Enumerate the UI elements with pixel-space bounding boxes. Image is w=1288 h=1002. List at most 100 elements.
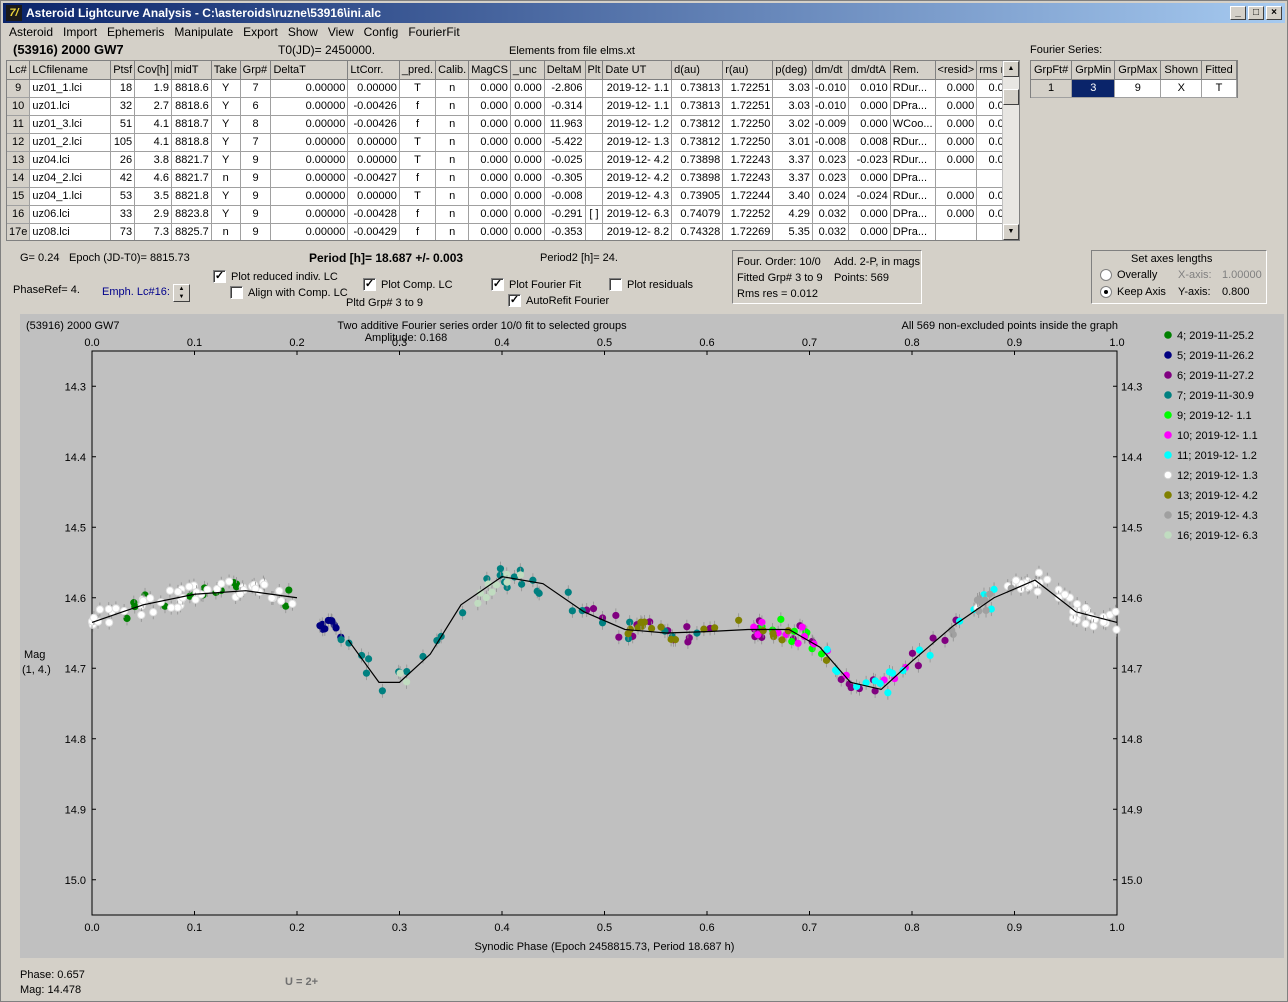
column-header[interactable]: LCfilename (29, 61, 112, 80)
table-row[interactable]: 13 uz04.lci 26 3.8 8821.7 Y 9 0.00000 0.00000 Tn 0… (7, 151, 1019, 170)
plot-fourier-checkbox[interactable]: ✓ Plot Fourier Fit (491, 278, 581, 291)
table-cell[interactable]: 0.00000 (270, 133, 349, 152)
table-cell[interactable]: 0.00000 (270, 79, 349, 98)
table-cell[interactable]: 0.73905 (671, 187, 724, 206)
fourier-cell-grpft[interactable]: 1 (1031, 79, 1073, 98)
table-cell[interactable]: 32 (110, 97, 136, 116)
table-cell[interactable]: 0.000 (468, 151, 511, 170)
fourier-column-header[interactable]: Shown (1160, 61, 1203, 80)
table-cell[interactable]: n (435, 169, 470, 188)
table-cell[interactable]: 7 (240, 79, 272, 98)
table-cell[interactable]: DPra... (890, 97, 936, 116)
table-cell[interactable]: 2019-12- 4.2 (602, 151, 673, 170)
table-cell[interactable]: 8823.8 (171, 205, 212, 224)
table-cell[interactable]: 0.73813 (671, 79, 724, 98)
table-cell[interactable]: T (399, 79, 437, 98)
menu-fourierfit[interactable]: FourierFit (402, 24, 463, 42)
table-cell[interactable]: -0.010 (812, 97, 850, 116)
overall-radio[interactable]: Overally (1100, 269, 1157, 282)
y-axis-value[interactable]: 0.800 (1222, 286, 1250, 298)
table-cell[interactable]: 53 (110, 187, 136, 206)
column-header[interactable]: Lc# (7, 61, 31, 80)
table-cell[interactable]: 0.000 (935, 97, 978, 116)
table-cell[interactable]: n (435, 79, 470, 98)
table-cell[interactable]: 0.000 (468, 223, 511, 240)
table-cell[interactable]: 105 (110, 133, 136, 152)
table-cell[interactable]: 1.72250 (722, 115, 774, 134)
table-cell[interactable] (935, 223, 978, 240)
table-cell[interactable]: 0.000 (848, 205, 891, 224)
scroll-down-arrow-icon[interactable]: ▼ (1003, 224, 1019, 240)
fourier-column-header[interactable]: Fitted (1201, 61, 1237, 80)
row-header[interactable]: 12 (7, 133, 31, 152)
table-cell[interactable] (585, 187, 604, 206)
table-cell[interactable]: 9 (240, 151, 272, 170)
table-cell[interactable]: 2019-12- 1.3 (602, 133, 673, 152)
table-row[interactable]: 9 uz01_1.lci 18 1.9 8818.6 Y 7 0.00000 0.00000 Tn… (7, 79, 1019, 98)
table-cell[interactable]: 2019-12- 1.1 (602, 79, 673, 98)
table-cell[interactable]: 1.72251 (722, 97, 774, 116)
table-cell[interactable]: 0.00000 (347, 187, 400, 206)
table-cell[interactable]: f (399, 169, 437, 188)
table-cell[interactable]: 0.000 (468, 115, 511, 134)
table-cell[interactable]: 0.73898 (671, 169, 724, 188)
table-cell[interactable] (585, 97, 604, 116)
table-cell[interactable]: 3.01 (772, 133, 813, 152)
column-header[interactable]: Ptsf (110, 61, 136, 80)
table-cell[interactable]: 0.74328 (671, 223, 724, 240)
table-cell[interactable]: 2019-12- 4.2 (602, 169, 673, 188)
column-header[interactable]: <resid> (935, 61, 978, 80)
table-cell[interactable]: 0.000 (935, 187, 978, 206)
column-header[interactable]: DeltaT (270, 61, 349, 80)
autorefit-checkbox[interactable]: ✓ AutoRefit Fourier (508, 294, 609, 307)
table-cell[interactable]: uz01_1.lci (29, 79, 112, 98)
column-header[interactable]: Grp# (240, 61, 272, 80)
fourier-column-header[interactable]: GrpFt# (1031, 61, 1073, 80)
column-header[interactable]: r(au) (722, 61, 774, 80)
column-header[interactable]: _unc (510, 61, 545, 80)
table-cell[interactable]: DPra... (890, 205, 936, 224)
table-cell[interactable]: 0.000 (935, 115, 978, 134)
table-cell[interactable]: 1.72269 (722, 223, 774, 240)
menu-import[interactable]: Import (57, 24, 101, 42)
table-cell[interactable]: uz04.lci (29, 151, 112, 170)
scroll-thumb[interactable] (1003, 89, 1019, 105)
table-cell[interactable]: Y (211, 79, 241, 98)
plot-comp-checkbox[interactable]: ✓ Plot Comp. LC (363, 278, 453, 291)
table-cell[interactable]: 8818.6 (171, 97, 212, 116)
table-cell[interactable]: RDur... (890, 133, 936, 152)
table-cell[interactable]: -0.008 (544, 187, 586, 206)
table-cell[interactable]: 33 (110, 205, 136, 224)
table-cell[interactable]: 26 (110, 151, 136, 170)
menu-ephemeris[interactable]: Ephemeris (101, 24, 168, 42)
table-cell[interactable]: 1.9 (134, 79, 172, 98)
row-header[interactable]: 9 (7, 79, 31, 98)
table-cell[interactable] (585, 133, 604, 152)
table-cell[interactable]: 9 (240, 187, 272, 206)
table-cell[interactable]: 6 (240, 97, 272, 116)
table-cell[interactable]: -0.305 (544, 169, 586, 188)
table-cell[interactable]: 9 (240, 223, 272, 240)
table-cell[interactable]: 4.29 (772, 205, 813, 224)
fourier-series-table[interactable]: GrpFt# GrpMin GrpMax Shown Fitted 1 3 9 X T (1030, 60, 1238, 98)
table-cell[interactable]: f (399, 223, 437, 240)
column-header[interactable]: midT (171, 61, 212, 80)
menu-view[interactable]: View (322, 24, 358, 42)
table-cell[interactable]: 0.000 (848, 223, 891, 240)
table-cell[interactable]: 1.72244 (722, 187, 774, 206)
table-cell[interactable]: f (399, 205, 437, 224)
table-cell[interactable]: n (435, 187, 470, 206)
table-cell[interactable]: 0.000 (510, 79, 545, 98)
table-cell[interactable]: 8821.7 (171, 151, 212, 170)
menu-asteroid[interactable]: Asteroid (3, 24, 57, 42)
column-header[interactable]: d(au) (671, 61, 724, 80)
table-cell[interactable] (585, 115, 604, 134)
table-cell[interactable]: 8818.8 (171, 133, 212, 152)
table-cell[interactable]: 0.000 (935, 151, 978, 170)
table-cell[interactable]: 4.6 (134, 169, 172, 188)
lightcurve-table[interactable]: Lc# LCfilename Ptsf Cov[h] midT Take Grp# Delta… (6, 60, 1020, 241)
table-cell[interactable]: 2019-12- 1.1 (602, 97, 673, 116)
table-cell[interactable]: n (435, 223, 470, 240)
fourier-cell-grpmax[interactable]: 9 (1114, 79, 1162, 98)
align-comp-checkbox[interactable]: Align with Comp. LC (230, 286, 348, 299)
